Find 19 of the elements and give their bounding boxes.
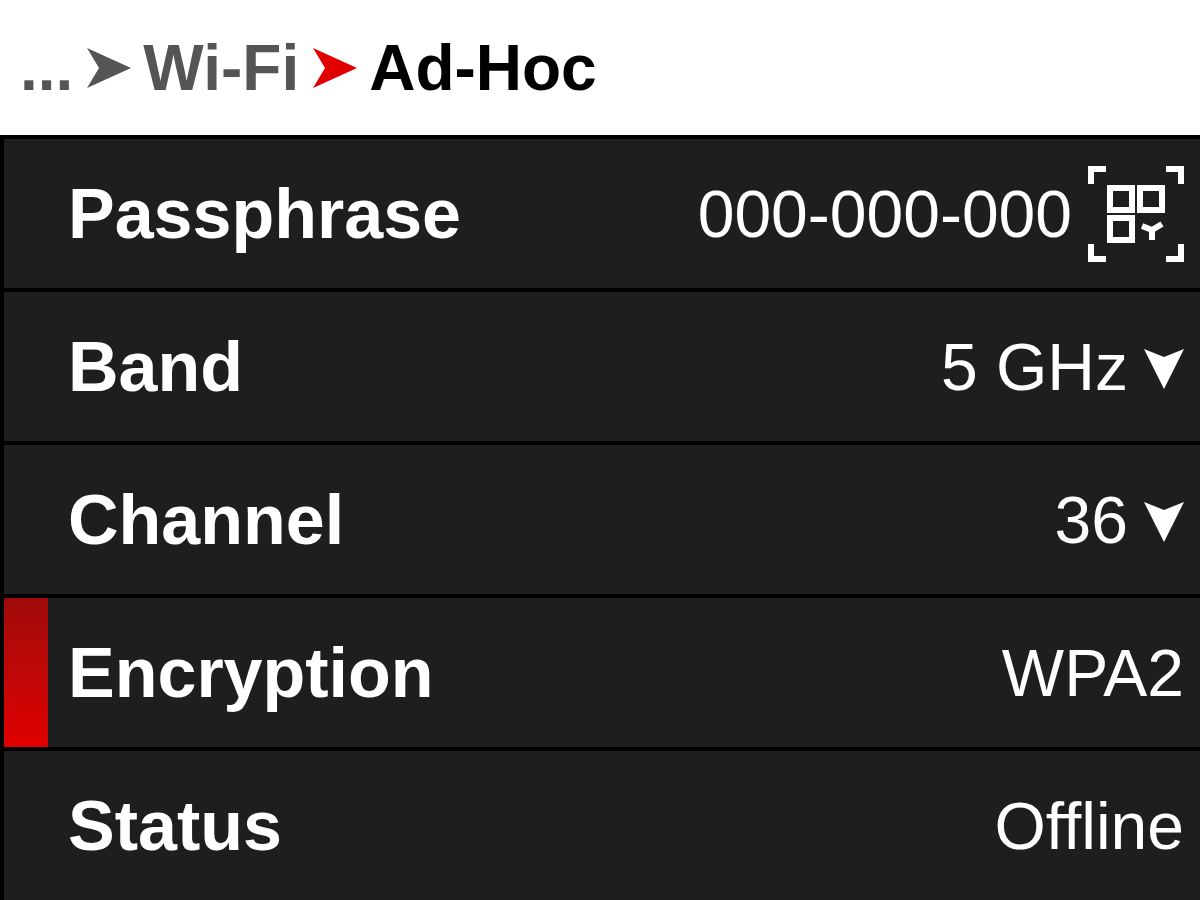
chevron-icon [311,47,358,88]
setting-label: Status [68,790,282,861]
setting-row[interactable]: Status Offline [4,751,1200,900]
setting-label: Band [68,331,243,402]
setting-row[interactable]: Channel 36 [4,445,1200,594]
setting-value: 36 [1054,486,1128,553]
breadcrumb-item[interactable]: ... [20,35,74,100]
breadcrumb-item: Ad-Hoc [369,35,597,100]
setting-value: 000-000-000 [697,180,1072,247]
setting-value: 5 GHz [940,333,1128,400]
setting-value: Offline [994,792,1184,859]
setting-row[interactable]: Encryption WPA2 [4,598,1200,747]
setting-row[interactable]: Band 5 GHz [4,292,1200,441]
qr-code-icon[interactable] [1088,165,1184,262]
setting-value: WPA2 [1001,639,1184,706]
breadcrumb-item[interactable]: Wi-Fi [143,35,300,100]
chevron-icon [85,47,132,88]
setting-row[interactable]: Passphrase 000-000-000 [4,139,1200,288]
setting-label: Channel [68,484,345,555]
